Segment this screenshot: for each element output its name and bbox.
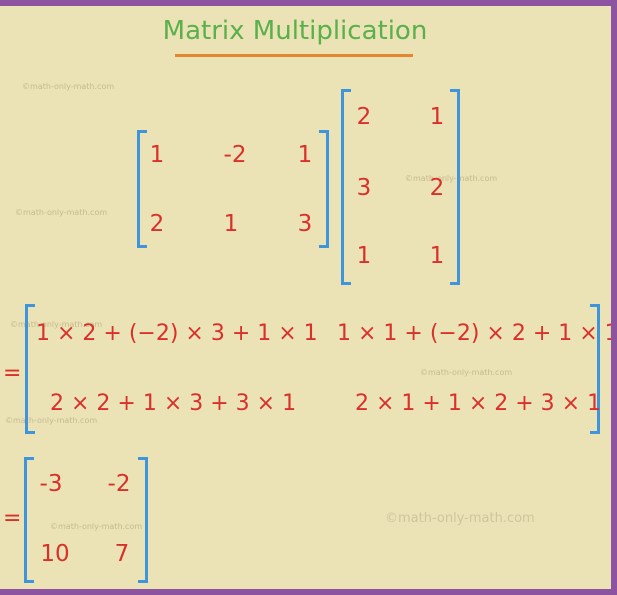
title-underline [175, 54, 413, 57]
equals-sign: = [3, 506, 22, 531]
watermark: ©math-only-math.com [5, 416, 98, 425]
watermark: ©math-only-math.com [15, 208, 108, 217]
matrix-a-cell: 2 [149, 211, 165, 237]
watermark: ©math-only-math.com [50, 522, 143, 531]
equals-sign: = [3, 361, 22, 386]
matrix-a-cell: -2 [223, 142, 247, 168]
product-expression: 2 × 2 + 1 × 3 + 3 × 1 [50, 391, 297, 416]
matrix-a-cell: 1 [223, 211, 239, 237]
matrix-b-cell: 1 [429, 104, 445, 130]
product-expression: 2 × 1 + 1 × 2 + 3 × 1 [355, 391, 602, 416]
matrix-a-cell: 1 [149, 142, 165, 168]
result-cell: 10 [40, 541, 70, 567]
matrix-b-cell: 3 [356, 175, 372, 201]
result-cell: -3 [39, 471, 63, 497]
diagram-frame: Matrix Multiplication ©math-only-math.co… [0, 0, 617, 595]
matrix-b-cell: 2 [356, 104, 372, 130]
matrix-a-cell: 3 [297, 211, 313, 237]
result-cell: -2 [107, 471, 131, 497]
product-expression: 1 × 1 + (−2) × 2 + 1 × 1 [337, 321, 617, 346]
matrix-b-cell: 1 [356, 243, 372, 269]
product-expression: 1 × 2 + (−2) × 3 + 1 × 1 [36, 321, 318, 346]
diagram-title: Matrix Multiplication [162, 16, 428, 46]
watermark: ©math-only-math.com [420, 368, 513, 377]
watermark: ©math-only-math.com [385, 511, 535, 526]
matrix-a-cell: 1 [297, 142, 313, 168]
matrix-b-cell: 2 [429, 175, 445, 201]
watermark: ©math-only-math.com [22, 82, 115, 91]
matrix-b-cell: 1 [429, 243, 445, 269]
result-cell: 7 [114, 541, 130, 567]
left-bracket [25, 304, 35, 434]
